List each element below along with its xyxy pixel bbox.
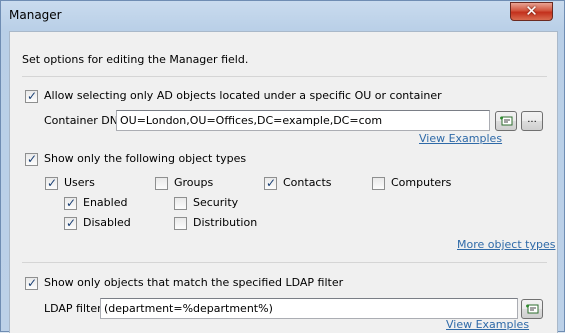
divider [22, 262, 547, 263]
contacts-checkbox[interactable]: ✓ [264, 176, 277, 190]
users-label: Users [64, 176, 95, 189]
users-checkbox[interactable]: ✓ [45, 176, 58, 190]
insert-field-button[interactable] [495, 111, 517, 131]
ou-view-examples-link[interactable]: View Examples [419, 132, 502, 145]
ldap-view-examples-link[interactable]: View Examples [446, 318, 529, 331]
more-object-types-link[interactable]: More object types [457, 238, 555, 251]
enabled-checkbox[interactable]: ✓ [64, 196, 77, 210]
enabled-label: Enabled [83, 196, 128, 209]
disabled-label: Disabled [83, 216, 131, 229]
window-title: Manager [9, 8, 62, 22]
disabled-checkbox[interactable]: ✓ [64, 216, 77, 230]
ldap-filter-checkbox[interactable]: ✓ [25, 276, 38, 290]
ou-restriction-checkbox[interactable]: ✓ [25, 89, 38, 103]
groups-checkbox[interactable] [155, 177, 168, 190]
insert-field-icon [526, 304, 539, 314]
contacts-label: Contacts [283, 176, 332, 189]
ou-restriction-label: Allow selecting only AD objects located … [44, 89, 442, 102]
ldap-filter-checkbox-label: Show only objects that match the specifi… [44, 276, 344, 289]
ldap-filter-label: LDAP filter: [44, 302, 106, 315]
computers-checkbox[interactable] [372, 177, 385, 190]
computers-label: Computers [391, 176, 452, 189]
dialog-content: Set options for editing the Manager fiel… [9, 31, 558, 333]
groups-label: Groups [174, 176, 214, 189]
insert-field-icon [500, 116, 513, 126]
browse-button[interactable]: ... [521, 111, 543, 131]
container-dn-input[interactable] [116, 110, 490, 131]
close-button[interactable]: ✕ [510, 2, 553, 21]
title-bar: Manager ✕ [1, 1, 564, 31]
divider [22, 76, 547, 77]
manager-dialog: Manager ✕ Set options for editing the Ma… [0, 0, 565, 333]
description-text: Set options for editing the Manager fiel… [22, 53, 249, 66]
close-icon: ✕ [525, 2, 538, 20]
ldap-filter-input[interactable] [100, 298, 518, 319]
object-types-label: Show only the following object types [44, 152, 247, 165]
distribution-checkbox[interactable] [174, 217, 187, 230]
distribution-label: Distribution [193, 216, 258, 229]
object-types-checkbox[interactable]: ✓ [25, 152, 38, 166]
security-label: Security [193, 196, 239, 209]
security-checkbox[interactable] [174, 197, 187, 210]
ldap-insert-field-button[interactable] [521, 299, 543, 319]
container-dn-label: Container DN: [44, 114, 122, 127]
